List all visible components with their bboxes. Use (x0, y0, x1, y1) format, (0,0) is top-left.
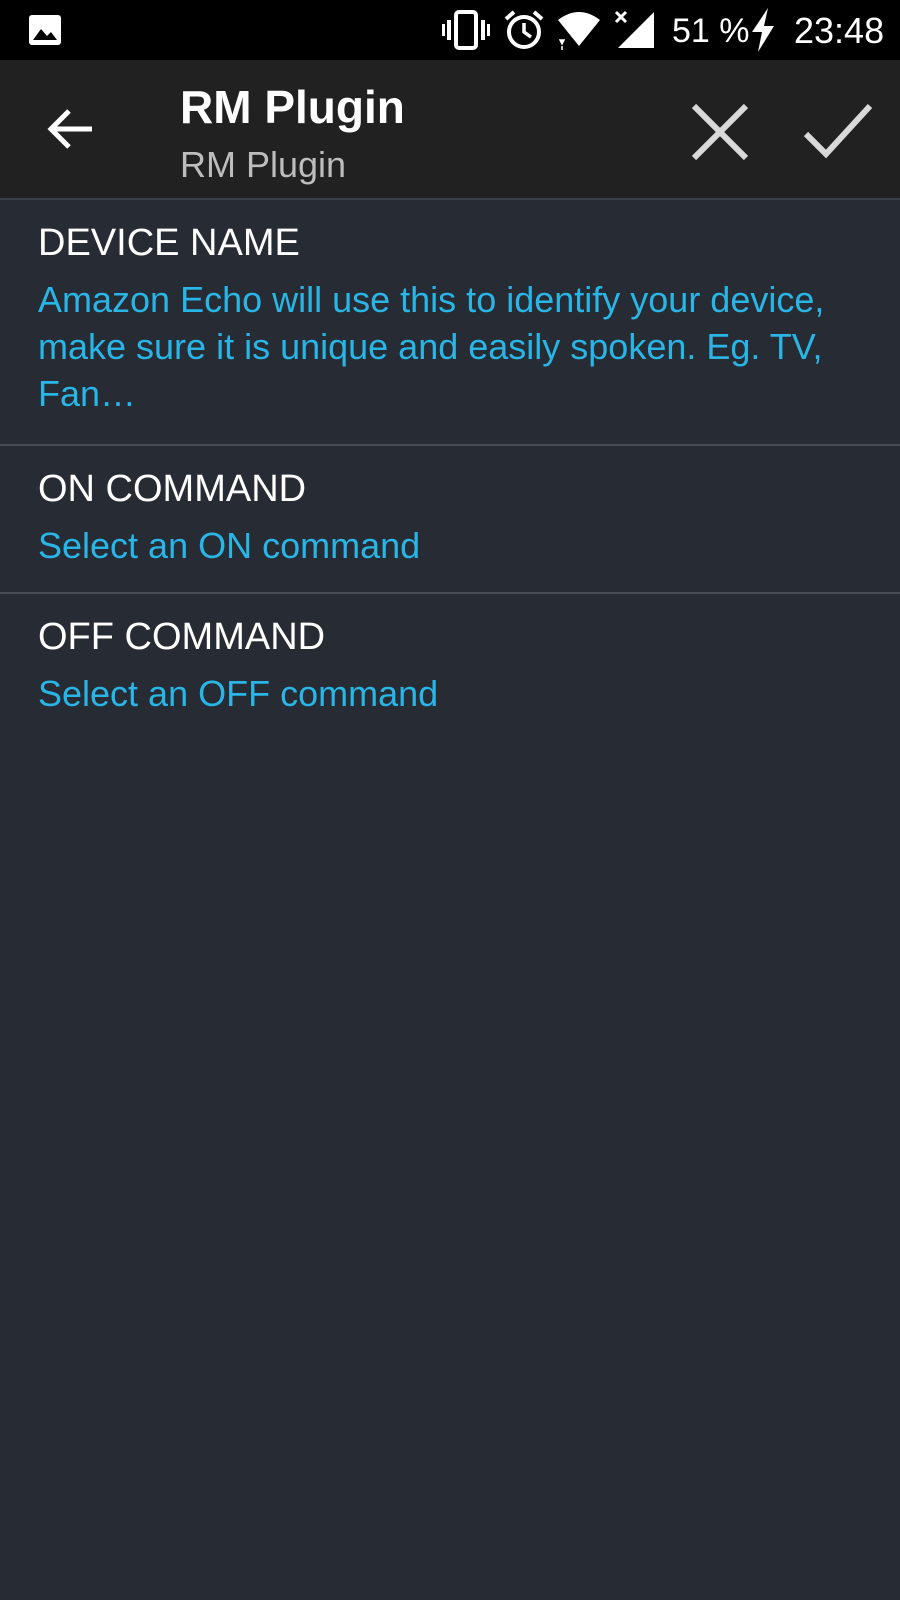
off-command-summary: Select an OFF command (38, 673, 439, 714)
on-command-preference[interactable]: ON COMMAND Select an ON command (0, 446, 900, 592)
gallery-icon (29, 15, 61, 45)
clock: 23:48 (794, 10, 885, 51)
preference-list: DEVICE NAME Amazon Echo will use this to… (0, 202, 900, 740)
device-name-title: DEVICE NAME (38, 222, 300, 264)
device-name-summary: Amazon Echo will use this to identify yo… (38, 279, 825, 414)
back-arrow-icon[interactable] (38, 96, 104, 162)
alarm-icon (504, 10, 544, 49)
device-name-preference[interactable]: DEVICE NAME Amazon Echo will use this to… (0, 202, 900, 444)
page-subtitle: RM Plugin (180, 144, 347, 185)
app-bar: RM Plugin RM Plugin (0, 60, 900, 200)
off-command-preference[interactable]: OFF COMMAND Select an OFF command (0, 594, 900, 740)
on-command-summary: Select an ON command (38, 525, 421, 566)
vibrate-icon (442, 10, 490, 50)
off-command-title: OFF COMMAND (38, 616, 326, 658)
on-command-title: ON COMMAND (38, 468, 307, 510)
wifi-icon (558, 12, 600, 50)
signal-icon (614, 10, 654, 48)
page-title: RM Plugin (180, 81, 405, 133)
charging-icon (752, 8, 774, 52)
battery-percent: 51 % (672, 12, 750, 50)
check-icon[interactable] (800, 96, 876, 168)
close-icon[interactable] (684, 96, 756, 168)
status-bar: 51 % 23:48 (0, 0, 900, 60)
